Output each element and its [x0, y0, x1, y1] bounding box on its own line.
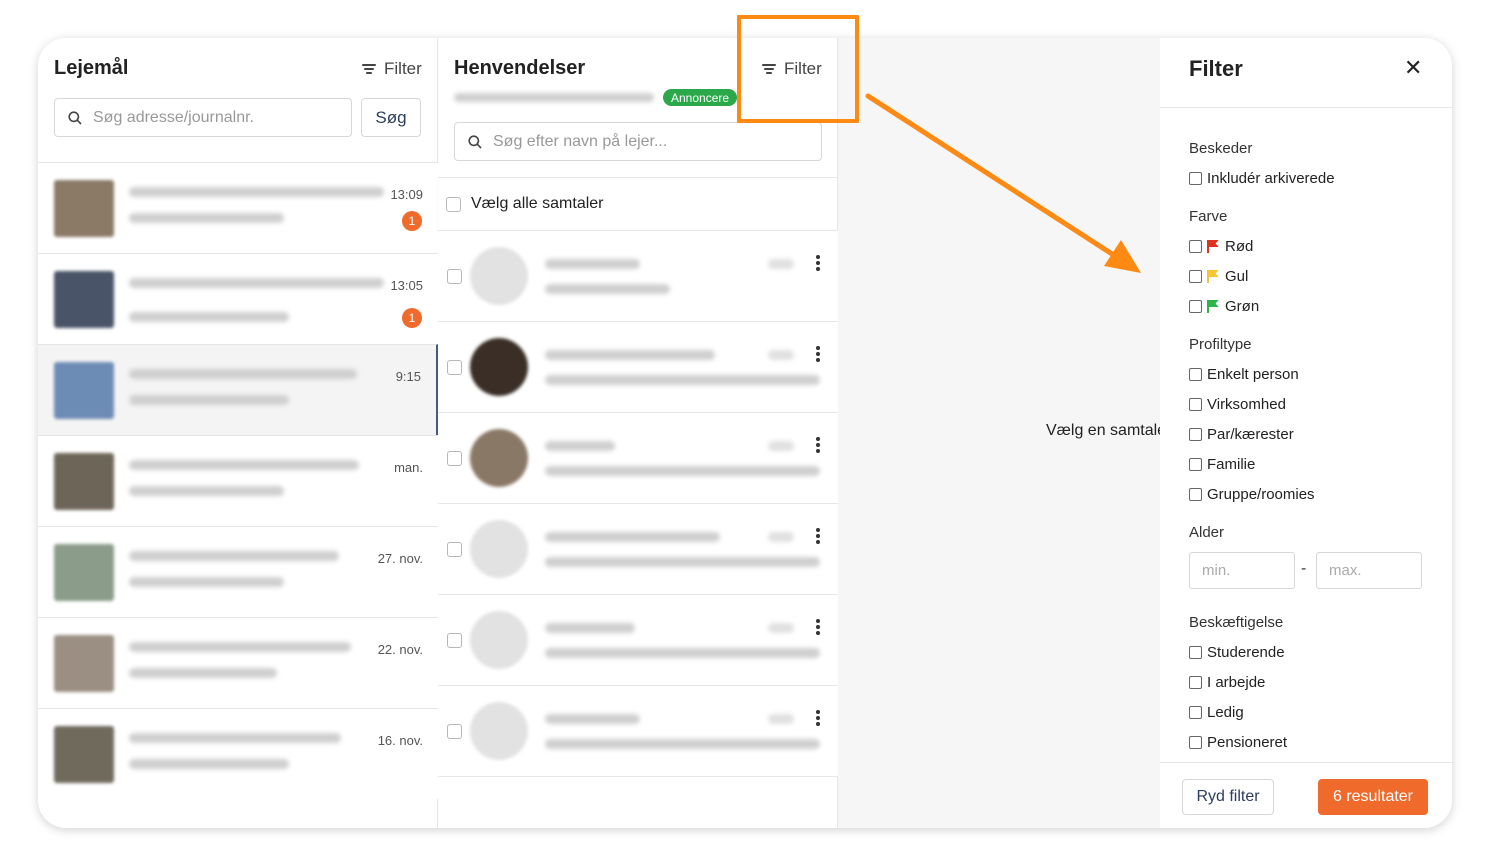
annotation-arrow [865, 93, 1141, 273]
